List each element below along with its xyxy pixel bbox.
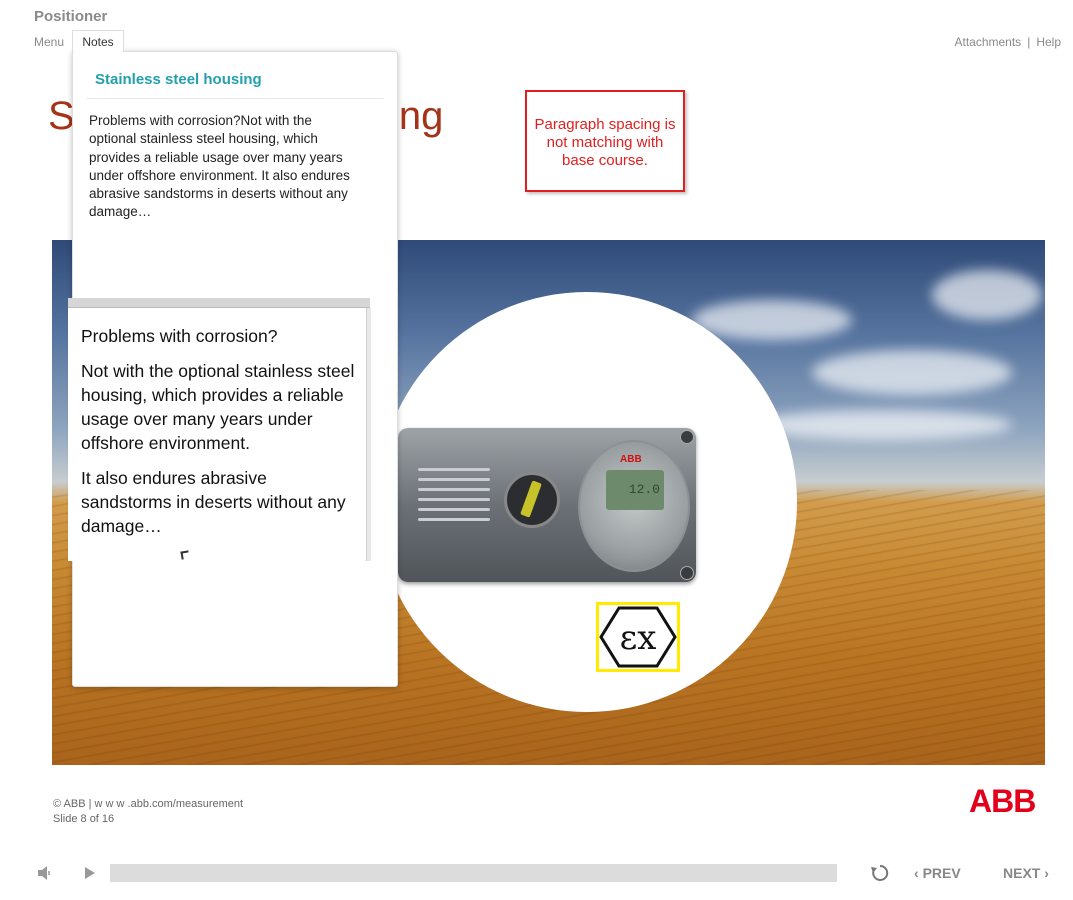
footer-copyright: © ABB | w w w .abb.com/measurement	[53, 798, 244, 810]
speaker-icon[interactable]	[37, 865, 53, 886]
text-paragraph-2: Not with the optional stainless steel ho…	[81, 361, 355, 453]
text-paragraph-1: Problems with corrosion?	[81, 326, 278, 346]
slide-title-end: ing	[390, 94, 444, 138]
progress-bar[interactable]	[110, 864, 837, 882]
replay-icon[interactable]	[870, 863, 890, 888]
device-lcd: 12.0	[606, 470, 664, 510]
prev-label: PREV	[922, 865, 961, 881]
abb-logo: ABB	[969, 783, 1036, 819]
chevron-left-icon: ‹	[914, 865, 919, 881]
attachments-link[interactable]: Attachments	[954, 35, 1021, 49]
notes-divider	[87, 98, 383, 99]
text-paragraph-3: It also endures abrasive sandstorms in d…	[81, 468, 346, 536]
play-icon[interactable]	[83, 865, 97, 886]
nav-separator: |	[1027, 35, 1031, 49]
mouse-cursor-icon	[180, 550, 190, 560]
top-right-nav: Attachments | Help	[954, 35, 1061, 49]
slide-text-box: Problems with corrosion? Not with the op…	[68, 298, 371, 561]
help-link[interactable]: Help	[1036, 35, 1061, 49]
notes-heading: Stainless steel housing	[95, 71, 262, 88]
course-title: Positioner	[34, 8, 108, 25]
notes-tab[interactable]: Notes	[72, 30, 124, 52]
device-brand: ABB	[620, 454, 642, 465]
text-box-top-border	[68, 298, 370, 308]
slide-counter: Slide 8 of 16	[53, 813, 115, 825]
ex-atex-icon: εx	[596, 602, 680, 672]
menu-tab[interactable]: Menu	[34, 35, 64, 49]
device-knob	[504, 472, 560, 528]
positioner-device-image: ABB 12.0	[398, 428, 696, 582]
slide-title-start: S	[48, 94, 75, 138]
notes-body: Problems with corrosion?Not with the opt…	[89, 113, 350, 220]
slide-title: S ing	[48, 94, 443, 139]
review-comment-box: Paragraph spacing is not matching with b…	[525, 90, 685, 192]
next-button[interactable]: NEXT ›	[1003, 865, 1049, 881]
text-box-scrollbar[interactable]	[366, 308, 371, 561]
chevron-right-icon: ›	[1044, 865, 1049, 881]
svg-text:εx: εx	[620, 618, 657, 658]
footer-info: © ABB | w w w .abb.com/measurement Slide…	[53, 797, 243, 827]
player-controls: ‹ PREV NEXT ›	[0, 855, 1073, 890]
next-label: NEXT	[1003, 865, 1041, 881]
prev-button[interactable]: ‹ PREV	[914, 865, 961, 881]
